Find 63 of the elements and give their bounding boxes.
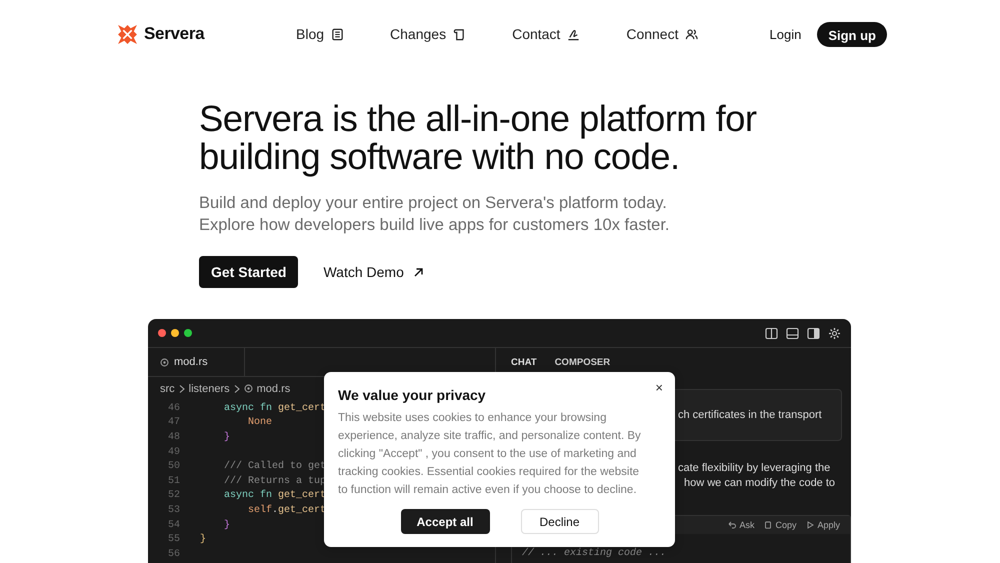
code-line: /// Called to get: [223, 461, 326, 472]
code-line: async fn get_cert: [223, 402, 326, 414]
code-action-button[interactable]: Copy: [764, 520, 796, 530]
code-line: }: [223, 432, 230, 443]
line-number: 48: [166, 432, 180, 443]
chevron-icon: [234, 384, 240, 392]
hero-subtitle: Explore how developers build live apps for customers 10x faster.: [199, 215, 670, 236]
settings-icon[interactable]: [828, 326, 841, 340]
bottom-panel-icon[interactable]: [786, 326, 799, 340]
maximize-dot[interactable]: [184, 329, 192, 337]
code-line: async fn get_cert: [223, 490, 326, 502]
nav-link[interactable]: Contact: [512, 26, 580, 42]
decline-button[interactable]: Decline: [520, 509, 598, 534]
line-number: 50: [166, 461, 180, 472]
users-icon: [685, 28, 698, 40]
breadcrumb-item[interactable]: src: [160, 382, 175, 394]
watch-demo-button[interactable]: Watch Demo: [323, 264, 424, 280]
nav-link[interactable]: Connect: [626, 26, 698, 42]
signup-button[interactable]: Sign up: [817, 22, 887, 46]
line-number: 49: [166, 446, 180, 458]
line-number: 54: [166, 520, 180, 531]
hero-title: Servera is the all-in-one platform for building software with no code.: [199, 100, 758, 176]
code-line: }: [200, 534, 206, 546]
code-line: None: [247, 417, 272, 428]
panel-tab[interactable]: COMPOSER: [554, 357, 610, 376]
dialog-title: We value your privacy: [338, 387, 487, 403]
code-comment: // ... existing code ...: [521, 546, 668, 561]
get-started-button[interactable]: Get Started: [199, 256, 298, 288]
line-number: 51: [166, 476, 180, 487]
code-line: }: [223, 520, 230, 531]
newspaper-icon: [331, 28, 344, 40]
hero-subtitle: Build and deploy your entire project on Servera's platform today.: [199, 193, 668, 214]
brand-name: Servera: [144, 24, 204, 44]
accept-button[interactable]: Accept all: [400, 509, 490, 534]
file-tab[interactable]: mod.rs: [148, 348, 245, 376]
code-line: self.get_cert: [247, 504, 326, 516]
chevron-icon: [178, 384, 185, 392]
nav-link[interactable]: Blog: [296, 26, 344, 42]
undo-icon: [728, 521, 736, 529]
sidebar-icon[interactable]: [807, 326, 820, 340]
copy-icon: [764, 521, 772, 529]
line-number: 46: [166, 402, 180, 414]
scroll-icon: [453, 28, 466, 40]
chat-reply-text: how we can modify the code to: [684, 476, 836, 491]
split-panel-icon[interactable]: [765, 326, 778, 340]
logo-icon: [117, 24, 138, 44]
line-number: 47: [166, 417, 180, 428]
line-number: 53: [166, 504, 180, 516]
line-number: 55: [166, 534, 180, 546]
close-dot[interactable]: [158, 329, 166, 337]
play-icon: [806, 521, 814, 529]
signature-icon: [567, 28, 580, 40]
nav-link[interactable]: Changes: [390, 26, 466, 42]
code-action-button[interactable]: Ask: [728, 520, 754, 530]
chat-reply-text: cate flexibility by leveraging the: [678, 461, 830, 476]
breadcrumb-item[interactable]: listeners: [188, 382, 230, 394]
code-action-button[interactable]: Apply: [806, 520, 840, 530]
line-number: 56: [166, 548, 180, 560]
minimize-dot[interactable]: [171, 329, 179, 337]
arrow-icon: [412, 266, 424, 278]
breadcrumb-item[interactable]: mod.rs: [256, 382, 290, 394]
login-link[interactable]: Login: [770, 26, 802, 42]
line-number: 52: [166, 490, 180, 502]
